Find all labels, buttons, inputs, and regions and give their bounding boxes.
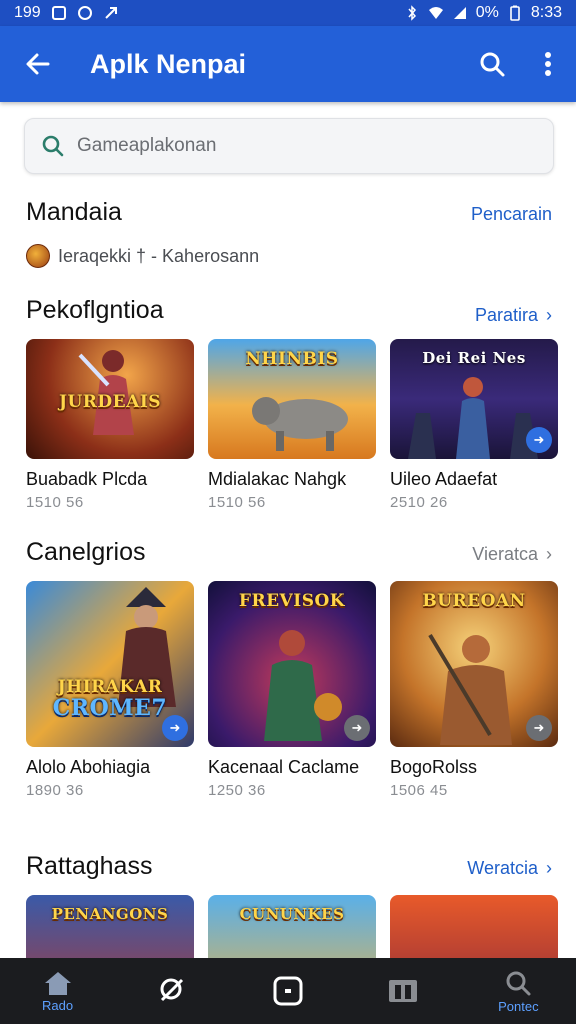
battery-icon [510, 5, 520, 21]
game-banner-text: CUNUNKES [239, 905, 345, 923]
chevron-right-icon: › [546, 858, 552, 878]
bluetooth-icon [408, 5, 416, 21]
app-title: Aplk Nenpai [90, 48, 247, 79]
section-link-more[interactable]: Weratcia › [467, 858, 552, 879]
home-icon [44, 971, 71, 995]
play-icon: ➜ [533, 720, 545, 735]
battery-percent: 0% [475, 4, 499, 21]
search-bar[interactable] [24, 118, 554, 174]
section-title-developer: Mandaia [26, 198, 122, 226]
game-banner-subtext: CROME7 [52, 695, 168, 721]
play-icon: ➜ [351, 720, 363, 735]
game-title: BogoRolss [390, 757, 478, 777]
nav-label-search: Pontec [498, 998, 539, 1014]
section-link-developer[interactable]: Pencarain [471, 204, 552, 225]
barbarian-figure-icon [428, 633, 512, 745]
section-title-categories: Canelgrios [26, 538, 146, 566]
nav-item-home[interactable]: Rado [13, 958, 103, 1024]
game-meta: 1510 56 [208, 494, 266, 511]
game-thumbnail: JHIRAKAR CROME7 ➜ [26, 581, 194, 747]
game-meta: 1890 36 [26, 782, 84, 799]
game-banner-text: Dei Rei Nes [422, 349, 526, 367]
game-meta: 1506 45 [390, 782, 448, 799]
section-link-label: Paratira [474, 305, 538, 325]
game-banner-text: PENANGONS [51, 905, 169, 923]
section-title-recommended: Pekoflgntioa [26, 296, 164, 324]
game-title: Kacenaal Caclame [208, 757, 360, 777]
game-card[interactable]: BUREOAN ➜ BogoRolss 1506 45 [390, 581, 558, 799]
game-thumbnail: JURDEAIS [26, 339, 194, 459]
game-banner-text: BUREOAN [422, 591, 526, 611]
search-icon [42, 135, 64, 157]
arrow-icon [104, 7, 117, 19]
game-card[interactable]: JURDEAIS Buabadk Plcda 1510 56 [26, 339, 194, 511]
developer-avatar [26, 244, 50, 268]
app-screen: 199 0% 8:33 Aplk Nenpai Gameaplakonan Ma… [0, 0, 576, 1024]
play-badge[interactable]: ➜ [526, 427, 552, 453]
section-link-label: Weratcia [467, 858, 538, 878]
nav-label-home: Rado [42, 997, 74, 1013]
section-title-more: Rattaghass [26, 852, 153, 880]
play-badge[interactable]: ➜ [526, 715, 552, 741]
play-icon: ➜ [533, 432, 545, 447]
developer-name: Ieraqekki † - Kaherosann [58, 245, 260, 266]
library-icon [389, 980, 418, 1002]
nav-item-apps[interactable] [243, 958, 333, 1024]
chevron-right-icon: › [546, 305, 552, 325]
beast-figure-icon [252, 397, 348, 451]
game-card[interactable]: FREVISOK ➜ Kacenaal Caclame 1250 36 [208, 581, 376, 799]
game-card[interactable]: JHIRAKAR CROME7 ➜ Alolo Abohiagia 1890 3… [26, 581, 194, 799]
status-clock: 8:33 [530, 4, 562, 21]
knight-figure-icon [264, 630, 342, 741]
notification-icon [51, 6, 66, 20]
chevron-right-icon: › [546, 544, 552, 564]
status-time-left: 199 [14, 4, 41, 21]
game-thumbnail: NHINBIS [208, 339, 376, 459]
game-banner-text: JHIRAKAR [57, 677, 163, 697]
game-thumbnail: Dei Rei Nes ➜ [390, 339, 558, 459]
game-title: Alolo Abohiagia [26, 757, 151, 777]
search-button[interactable] [464, 26, 520, 102]
play-badge[interactable]: ➜ [344, 715, 370, 741]
game-title: Mdialakac Nahgk [208, 469, 347, 489]
game-meta: 1250 36 [208, 782, 266, 799]
squad-figure-icon [408, 377, 538, 459]
play-badge[interactable]: ➜ [162, 715, 188, 741]
status-bar: 199 0% 8:33 [0, 0, 576, 26]
search-icon [506, 971, 531, 995]
arrow-back-icon [26, 53, 50, 75]
game-title: Uileo Adaefat [390, 469, 498, 489]
nav-item-library[interactable] [358, 958, 448, 1024]
game-thumbnail: BUREOAN ➜ [390, 581, 558, 747]
game-meta: 1510 56 [26, 494, 84, 511]
game-card[interactable]: Dei Rei Nes ➜ Uileo Adaefat 2510 26 [390, 339, 558, 511]
developer-row[interactable]: Ieraqekki † - Kaherosann [26, 244, 259, 268]
apps-icon [273, 976, 303, 1006]
section-link-label: Vieratca [472, 544, 538, 564]
search-input[interactable] [77, 135, 517, 157]
game-banner-text: JURDEAIS [58, 391, 162, 412]
play-icon: ➜ [169, 720, 181, 735]
sync-icon [77, 6, 92, 20]
warrior-figure-icon [78, 350, 134, 435]
wifi-icon [428, 7, 443, 19]
game-banner-text: NHINBIS [245, 349, 339, 369]
game-thumbnail: FREVISOK ➜ [208, 581, 376, 747]
back-button[interactable] [0, 26, 76, 102]
bottom-navigation: Rado Pontec [0, 958, 576, 1024]
section-link-recommended[interactable]: Paratira › [475, 305, 552, 326]
section-link-categories[interactable]: Vieratca › [472, 544, 552, 565]
more-options-button[interactable] [520, 26, 576, 102]
game-card[interactable]: NHINBIS Mdialakac Nahgk 1510 56 [208, 339, 376, 511]
games-icon [160, 978, 183, 1002]
game-meta: 2510 26 [390, 494, 448, 511]
app-bar: Aplk Nenpai [0, 26, 576, 102]
game-banner-text: FREVISOK [238, 591, 346, 611]
search-icon [480, 52, 505, 77]
signal-icon [453, 7, 466, 19]
game-title: Buabadk Plcda [26, 469, 148, 489]
nav-item-search[interactable]: Pontec [473, 958, 563, 1024]
more-vert-icon [545, 52, 551, 76]
nav-item-games[interactable] [128, 958, 218, 1024]
